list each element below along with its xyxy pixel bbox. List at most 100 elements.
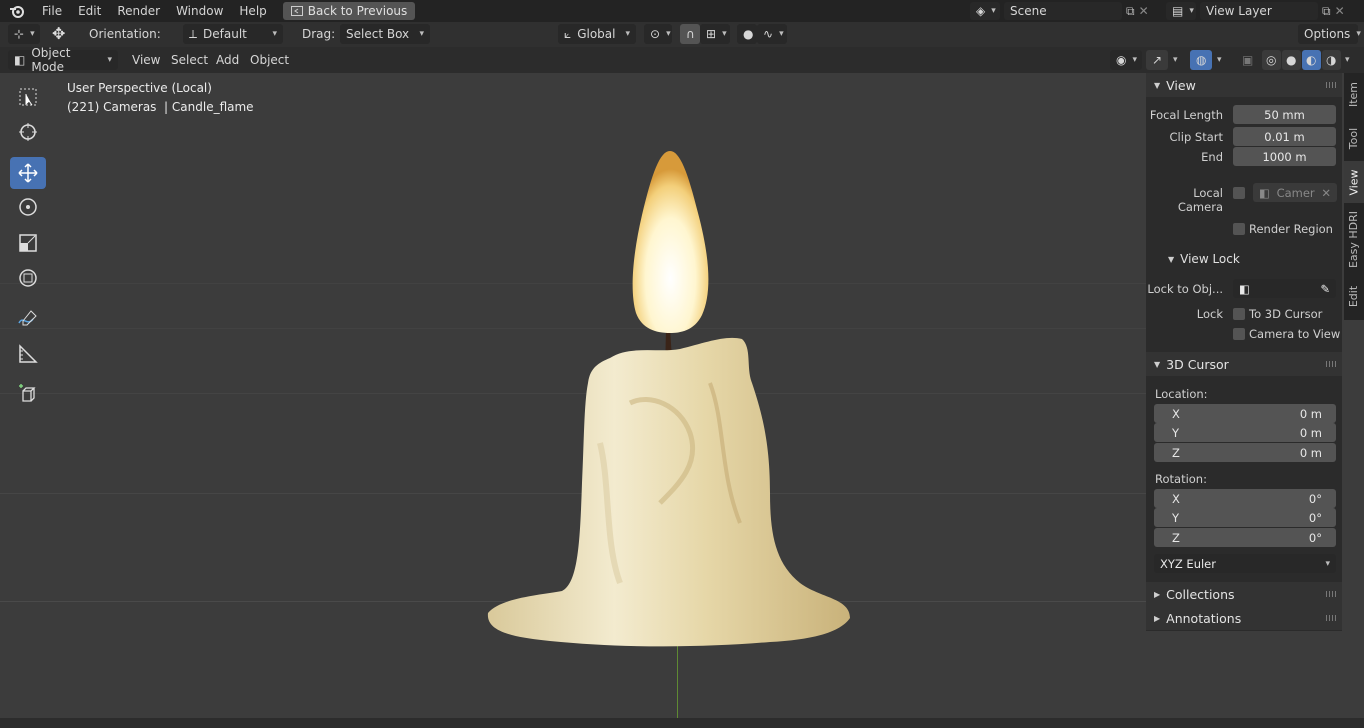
object-menu[interactable]: Object bbox=[244, 50, 295, 70]
scene-close-icon[interactable]: ✕ bbox=[1139, 4, 1149, 18]
shading-modes: ◎ ● ◐ ◑ bbox=[1262, 50, 1341, 70]
candle-object[interactable] bbox=[470, 143, 870, 653]
cursor-tool[interactable] bbox=[10, 116, 46, 148]
clip-start-field[interactable]: 0.01 m bbox=[1233, 127, 1336, 146]
collections-title: Collections bbox=[1166, 586, 1235, 602]
local-camera-field[interactable]: ◧ Camer ✕ bbox=[1253, 183, 1337, 202]
rotation-x-field[interactable]: X 0° bbox=[1154, 489, 1336, 508]
location-y-field[interactable]: Y 0 m bbox=[1154, 423, 1336, 442]
focal-length-label: Focal Length bbox=[1149, 108, 1223, 122]
expand-triangle-icon: ▶ bbox=[1154, 589, 1161, 599]
sidebar-tabs: Item Tool View Easy HDRI Edit bbox=[1344, 73, 1364, 320]
menu-help[interactable]: Help bbox=[231, 0, 274, 22]
tab-view[interactable]: View bbox=[1344, 161, 1364, 203]
menu-render[interactable]: Render bbox=[109, 0, 168, 22]
clear-x-icon[interactable]: ✕ bbox=[1321, 186, 1331, 200]
editor-type-dropdown[interactable]: ⊹ ▾ bbox=[8, 24, 40, 44]
view-layer-browse-button[interactable]: ▤ ▾ bbox=[1166, 2, 1196, 20]
render-region-checkbox[interactable] bbox=[1233, 223, 1245, 235]
view-layer-icon: ▤ bbox=[1172, 4, 1184, 18]
pivot-point-dropdown[interactable]: ⊙ ▾ bbox=[644, 24, 672, 44]
location-z-field[interactable]: Z 0 m bbox=[1154, 443, 1336, 462]
local-camera-checkbox[interactable] bbox=[1233, 187, 1245, 199]
annotations-panel-header[interactable]: ▶ Annotations bbox=[1146, 606, 1342, 630]
view-lock-subpanel-header[interactable]: ▼ View Lock bbox=[1146, 248, 1342, 270]
collections-panel-header[interactable]: ▶ Collections bbox=[1146, 582, 1342, 606]
tab-tool[interactable]: Tool bbox=[1344, 117, 1364, 159]
menu-edit[interactable]: Edit bbox=[70, 0, 109, 22]
orientation-dropdown[interactable]: ⟂ Default ▾ bbox=[183, 24, 283, 44]
drag-handle-icon[interactable] bbox=[1326, 82, 1336, 88]
camera-to-view-checkbox[interactable] bbox=[1233, 328, 1245, 340]
wireframe-shading-button[interactable]: ◎ bbox=[1262, 50, 1281, 70]
move-tool[interactable] bbox=[10, 157, 46, 189]
xray-toggle[interactable]: ▣ bbox=[1236, 50, 1256, 70]
gizmo-toggle[interactable]: ↗ bbox=[1146, 50, 1168, 70]
drag-handle-icon[interactable] bbox=[1326, 615, 1336, 621]
back-to-previous-button[interactable]: Back to Previous bbox=[282, 2, 416, 20]
view-layer-close-icon[interactable]: ✕ bbox=[1335, 4, 1345, 18]
overlays-dropdown-icon[interactable]: ▾ bbox=[1217, 55, 1222, 65]
tab-edit[interactable]: Edit bbox=[1344, 275, 1364, 317]
scene-selector: ◈ ▾ Scene ⧉ ✕ bbox=[970, 0, 1149, 22]
3d-viewport[interactable]: User Perspective (Local) (221) Cameras |… bbox=[0, 73, 1146, 728]
3d-cursor-panel-header[interactable]: ▼ 3D Cursor bbox=[1146, 352, 1342, 376]
rendered-shading-button[interactable]: ◑ bbox=[1322, 50, 1341, 70]
overlays-toggle[interactable]: ◍ bbox=[1190, 50, 1212, 70]
falloff-dropdown[interactable]: ∿ ▾ bbox=[757, 24, 787, 44]
rotate-tool[interactable] bbox=[10, 191, 46, 223]
clip-end-field[interactable]: 1000 m bbox=[1233, 147, 1336, 166]
proportional-edit-toggle[interactable]: ● bbox=[737, 24, 757, 44]
scene-copy-icon[interactable]: ⧉ bbox=[1126, 4, 1135, 19]
shading-dropdown-icon[interactable]: ▾ bbox=[1345, 55, 1350, 65]
menu-file[interactable]: File bbox=[34, 0, 70, 22]
solid-shading-button[interactable]: ● bbox=[1282, 50, 1301, 70]
drag-handle-icon[interactable] bbox=[1326, 361, 1336, 367]
options-dropdown[interactable]: Options ▾ bbox=[1298, 24, 1361, 44]
axis-z-label: Z bbox=[1172, 445, 1180, 460]
measure-tool[interactable] bbox=[10, 338, 46, 370]
gizmo-dropdown-icon[interactable]: ▾ bbox=[1173, 55, 1178, 65]
view-menu[interactable]: View bbox=[126, 50, 166, 70]
tab-easy-hdri[interactable]: Easy HDRI bbox=[1344, 205, 1364, 273]
focal-length-field[interactable]: 50 mm bbox=[1233, 105, 1336, 124]
view-layer-name-field[interactable]: View Layer bbox=[1200, 2, 1318, 20]
menu-window[interactable]: Window bbox=[168, 0, 231, 22]
mode-dropdown[interactable]: ◧ Object Mode ▾ bbox=[8, 46, 118, 74]
select-menu[interactable]: Select bbox=[165, 50, 214, 70]
scale-tool[interactable] bbox=[10, 227, 46, 259]
snap-target-dropdown[interactable]: ⊞ ▾ bbox=[700, 24, 730, 44]
visibility-dropdown[interactable]: ◉ ▾ bbox=[1110, 50, 1142, 70]
drag-handle-icon[interactable] bbox=[1326, 591, 1336, 597]
lock-to-object-field[interactable]: ◧ ✎ bbox=[1233, 279, 1336, 298]
location-x-field[interactable]: X 0 m bbox=[1154, 404, 1336, 423]
transform-orientation-dropdown[interactable]: ⟀ Global ▾ bbox=[558, 24, 636, 44]
rotation-mode-dropdown[interactable]: XYZ Euler ▾ bbox=[1154, 554, 1336, 573]
render-region-label: Render Region bbox=[1249, 222, 1333, 236]
annotate-tool[interactable] bbox=[10, 302, 46, 334]
eye-icon: ◉ bbox=[1116, 53, 1127, 67]
material-shading-button[interactable]: ◐ bbox=[1302, 50, 1321, 70]
rotate-icon bbox=[19, 198, 37, 216]
tool-settings-header: ⊹ ▾ ✥ Orientation: ⟂ Default ▾ Drag: Select… bbox=[0, 22, 1364, 47]
add-menu[interactable]: Add bbox=[210, 50, 245, 70]
tab-tool-label: Tool bbox=[1347, 127, 1361, 149]
drag-dropdown[interactable]: Select Box ▾ bbox=[340, 24, 430, 44]
tab-item[interactable]: Item bbox=[1344, 73, 1364, 115]
location-x-value: 0 m bbox=[1299, 406, 1322, 421]
view-layer-copy-icon[interactable]: ⧉ bbox=[1322, 4, 1331, 19]
transform-tool[interactable] bbox=[10, 262, 46, 294]
add-cube-tool[interactable] bbox=[10, 378, 46, 410]
orientation-label: Orientation: bbox=[89, 27, 161, 41]
blender-logo-icon[interactable] bbox=[0, 0, 34, 22]
view-panel-header[interactable]: ▼ View bbox=[1146, 73, 1342, 97]
rotation-z-field[interactable]: Z 0° bbox=[1154, 528, 1336, 547]
rotation-y-field[interactable]: Y 0° bbox=[1154, 508, 1336, 527]
select-box-tool[interactable] bbox=[10, 81, 46, 113]
eyedropper-icon[interactable]: ✎ bbox=[1320, 282, 1330, 296]
scene-browse-button[interactable]: ◈ ▾ bbox=[970, 2, 1000, 20]
to-3d-cursor-checkbox[interactable] bbox=[1233, 308, 1245, 320]
proportional-edit-icon: ● bbox=[743, 27, 754, 41]
snap-toggle[interactable]: ∩ bbox=[680, 24, 700, 44]
scene-name-field[interactable]: Scene bbox=[1004, 2, 1122, 20]
